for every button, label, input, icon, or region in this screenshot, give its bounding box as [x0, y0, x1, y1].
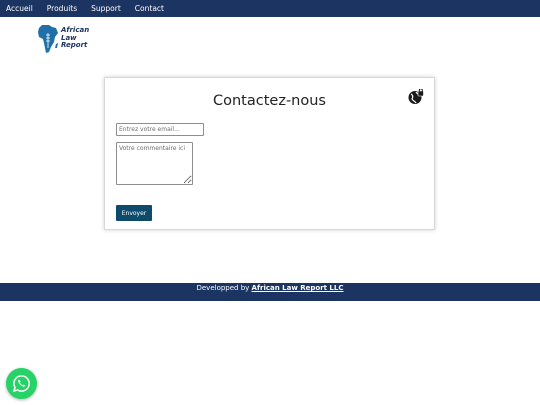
- footer: Developped by African Law Report LLC: [0, 283, 540, 301]
- contact-card: Contactez-nous Envoyer: [104, 77, 435, 230]
- footer-prefix: Developped by: [196, 284, 250, 292]
- nav-item-produits[interactable]: Produits: [47, 0, 77, 17]
- logo-text: African Law Report: [61, 26, 89, 50]
- page-title: Contactez-nous: [213, 93, 326, 109]
- whatsapp-icon: [12, 375, 30, 393]
- email-input[interactable]: [116, 123, 204, 136]
- nav-item-contact[interactable]: Contact: [135, 0, 164, 17]
- africa-map-icon: [38, 25, 58, 53]
- logo-line-3: Report: [61, 41, 88, 49]
- site-logo[interactable]: African Law Report: [37, 24, 97, 56]
- top-navigation: Accueil Produits Support Contact: [0, 0, 540, 17]
- submit-button[interactable]: Envoyer: [116, 205, 152, 221]
- nav-item-support[interactable]: Support: [91, 0, 121, 17]
- comment-textarea[interactable]: [116, 142, 193, 185]
- footer-company-link[interactable]: African Law Report LLC: [252, 284, 344, 292]
- globe-lock-icon: [408, 89, 424, 104]
- nav-item-accueil[interactable]: Accueil: [6, 0, 33, 17]
- whatsapp-button[interactable]: [6, 368, 37, 399]
